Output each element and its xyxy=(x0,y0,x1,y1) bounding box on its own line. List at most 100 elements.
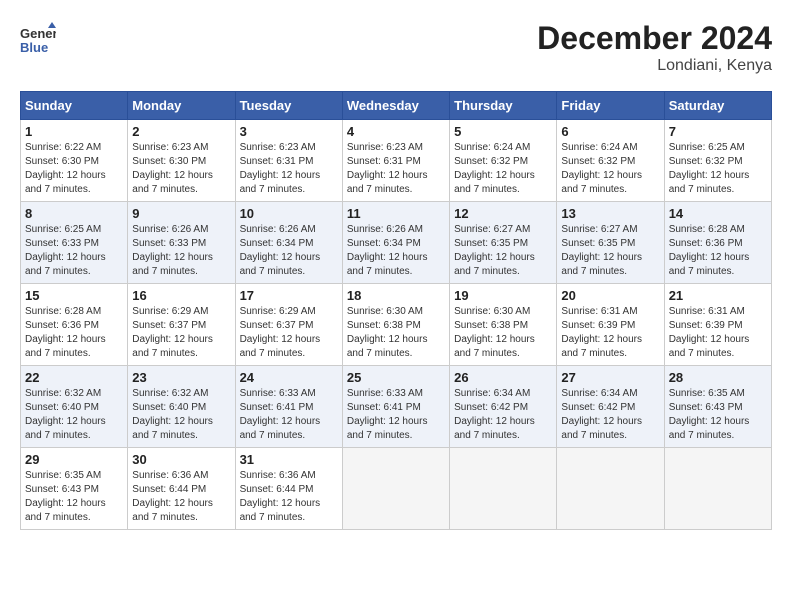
day-info: Sunrise: 6:35 AMSunset: 6:43 PMDaylight:… xyxy=(25,469,123,525)
day-info: Sunrise: 6:34 AMSunset: 6:42 PMDaylight:… xyxy=(454,387,552,443)
day-info: Sunrise: 6:32 AMSunset: 6:40 PMDaylight:… xyxy=(132,387,230,443)
day-info: Sunrise: 6:26 AMSunset: 6:33 PMDaylight:… xyxy=(132,223,230,279)
day-info: Sunrise: 6:36 AMSunset: 6:44 PMDaylight:… xyxy=(132,469,230,525)
day-info: Sunrise: 6:27 AMSunset: 6:35 PMDaylight:… xyxy=(454,223,552,279)
calendar-header-row: SundayMondayTuesdayWednesdayThursdayFrid… xyxy=(21,92,772,120)
logo: General Blue xyxy=(20,20,56,56)
day-number: 16 xyxy=(132,288,230,303)
calendar-week-2: 8Sunrise: 6:25 AMSunset: 6:33 PMDaylight… xyxy=(21,202,772,284)
calendar-cell: 16 Sunrise: 6:29 AMSunset: 6:37 PMDayligh… xyxy=(128,284,235,366)
day-number: 15 xyxy=(25,288,123,303)
day-info: Sunrise: 6:26 AMSunset: 6:34 PMDaylight:… xyxy=(240,223,338,279)
day-info: Sunrise: 6:24 AMSunset: 6:32 PMDaylight:… xyxy=(561,141,659,197)
day-number: 22 xyxy=(25,370,123,385)
svg-text:Blue: Blue xyxy=(20,40,48,55)
day-info: Sunrise: 6:23 AMSunset: 6:31 PMDaylight:… xyxy=(347,141,445,197)
day-number: 11 xyxy=(347,206,445,221)
calendar-cell: 2 Sunrise: 6:23 AMSunset: 6:30 PMDaylight… xyxy=(128,120,235,202)
calendar-cell: 28 Sunrise: 6:35 AMSunset: 6:43 PMDayligh… xyxy=(664,366,771,448)
day-info: Sunrise: 6:28 AMSunset: 6:36 PMDaylight:… xyxy=(669,223,767,279)
calendar-cell: 15 Sunrise: 6:28 AMSunset: 6:36 PMDayligh… xyxy=(21,284,128,366)
calendar-cell: 18 Sunrise: 6:30 AMSunset: 6:38 PMDayligh… xyxy=(342,284,449,366)
day-number: 29 xyxy=(25,452,123,467)
day-number: 10 xyxy=(240,206,338,221)
day-number: 31 xyxy=(240,452,338,467)
day-info: Sunrise: 6:34 AMSunset: 6:42 PMDaylight:… xyxy=(561,387,659,443)
calendar-cell: 31 Sunrise: 6:36 AMSunset: 6:44 PMDayligh… xyxy=(235,448,342,530)
calendar-cell: 10 Sunrise: 6:26 AMSunset: 6:34 PMDayligh… xyxy=(235,202,342,284)
day-number: 1 xyxy=(25,124,123,139)
day-number: 9 xyxy=(132,206,230,221)
location-subtitle: Londiani, Kenya xyxy=(537,57,772,75)
day-number: 20 xyxy=(561,288,659,303)
day-number: 14 xyxy=(669,206,767,221)
calendar-cell xyxy=(450,448,557,530)
day-number: 27 xyxy=(561,370,659,385)
calendar-cell: 22 Sunrise: 6:32 AMSunset: 6:40 PMDayligh… xyxy=(21,366,128,448)
day-number: 24 xyxy=(240,370,338,385)
day-info: Sunrise: 6:31 AMSunset: 6:39 PMDaylight:… xyxy=(561,305,659,361)
day-number: 28 xyxy=(669,370,767,385)
day-number: 7 xyxy=(669,124,767,139)
calendar-week-5: 29 Sunrise: 6:35 AMSunset: 6:43 PMDayligh… xyxy=(21,448,772,530)
day-info: Sunrise: 6:29 AMSunset: 6:37 PMDaylight:… xyxy=(132,305,230,361)
calendar-week-4: 22 Sunrise: 6:32 AMSunset: 6:40 PMDayligh… xyxy=(21,366,772,448)
calendar-cell xyxy=(664,448,771,530)
calendar-cell: 6 Sunrise: 6:24 AMSunset: 6:32 PMDaylight… xyxy=(557,120,664,202)
day-number: 12 xyxy=(454,206,552,221)
day-number: 4 xyxy=(347,124,445,139)
day-info: Sunrise: 6:23 AMSunset: 6:30 PMDaylight:… xyxy=(132,141,230,197)
day-number: 18 xyxy=(347,288,445,303)
day-info: Sunrise: 6:27 AMSunset: 6:35 PMDaylight:… xyxy=(561,223,659,279)
day-number: 30 xyxy=(132,452,230,467)
day-info: Sunrise: 6:29 AMSunset: 6:37 PMDaylight:… xyxy=(240,305,338,361)
calendar-cell: 5Sunrise: 6:24 AMSunset: 6:32 PMDaylight… xyxy=(450,120,557,202)
calendar-cell: 13 Sunrise: 6:27 AMSunset: 6:35 PMDayligh… xyxy=(557,202,664,284)
calendar-cell: 1Sunrise: 6:22 AMSunset: 6:30 PMDaylight… xyxy=(21,120,128,202)
calendar-cell: 8Sunrise: 6:25 AMSunset: 6:33 PMDaylight… xyxy=(21,202,128,284)
calendar-week-1: 1Sunrise: 6:22 AMSunset: 6:30 PMDaylight… xyxy=(21,120,772,202)
title-block: December 2024 Londiani, Kenya xyxy=(537,20,772,75)
day-number: 19 xyxy=(454,288,552,303)
calendar-cell: 14 Sunrise: 6:28 AMSunset: 6:36 PMDayligh… xyxy=(664,202,771,284)
calendar-cell xyxy=(342,448,449,530)
svg-text:General: General xyxy=(20,26,56,41)
calendar-table: SundayMondayTuesdayWednesdayThursdayFrid… xyxy=(20,91,772,530)
calendar-cell: 29 Sunrise: 6:35 AMSunset: 6:43 PMDayligh… xyxy=(21,448,128,530)
calendar-cell xyxy=(557,448,664,530)
calendar-cell: 21Sunrise: 6:31 AMSunset: 6:39 PMDayligh… xyxy=(664,284,771,366)
page-header: General Blue December 2024 Londiani, Ken… xyxy=(20,20,772,75)
day-info: Sunrise: 6:30 AMSunset: 6:38 PMDaylight:… xyxy=(347,305,445,361)
header-thursday: Thursday xyxy=(450,92,557,120)
header-sunday: Sunday xyxy=(21,92,128,120)
day-info: Sunrise: 6:35 AMSunset: 6:43 PMDaylight:… xyxy=(669,387,767,443)
day-info: Sunrise: 6:32 AMSunset: 6:40 PMDaylight:… xyxy=(25,387,123,443)
day-number: 13 xyxy=(561,206,659,221)
day-number: 17 xyxy=(240,288,338,303)
day-number: 3 xyxy=(240,124,338,139)
day-number: 6 xyxy=(561,124,659,139)
day-number: 2 xyxy=(132,124,230,139)
day-info: Sunrise: 6:31 AMSunset: 6:39 PMDaylight:… xyxy=(669,305,767,361)
day-info: Sunrise: 6:33 AMSunset: 6:41 PMDaylight:… xyxy=(347,387,445,443)
logo-icon: General Blue xyxy=(20,20,56,56)
day-info: Sunrise: 6:25 AMSunset: 6:32 PMDaylight:… xyxy=(669,141,767,197)
day-info: Sunrise: 6:23 AMSunset: 6:31 PMDaylight:… xyxy=(240,141,338,197)
day-number: 8 xyxy=(25,206,123,221)
day-info: Sunrise: 6:28 AMSunset: 6:36 PMDaylight:… xyxy=(25,305,123,361)
calendar-cell: 9 Sunrise: 6:26 AMSunset: 6:33 PMDaylight… xyxy=(128,202,235,284)
calendar-cell: 23Sunrise: 6:32 AMSunset: 6:40 PMDayligh… xyxy=(128,366,235,448)
calendar-cell: 30 Sunrise: 6:36 AMSunset: 6:44 PMDayligh… xyxy=(128,448,235,530)
header-tuesday: Tuesday xyxy=(235,92,342,120)
calendar-week-3: 15 Sunrise: 6:28 AMSunset: 6:36 PMDayligh… xyxy=(21,284,772,366)
calendar-cell: 24Sunrise: 6:33 AMSunset: 6:41 PMDayligh… xyxy=(235,366,342,448)
calendar-cell: 12 Sunrise: 6:27 AMSunset: 6:35 PMDayligh… xyxy=(450,202,557,284)
calendar-cell: 11 Sunrise: 6:26 AMSunset: 6:34 PMDayligh… xyxy=(342,202,449,284)
day-info: Sunrise: 6:26 AMSunset: 6:34 PMDaylight:… xyxy=(347,223,445,279)
month-year-title: December 2024 xyxy=(537,20,772,57)
day-info: Sunrise: 6:36 AMSunset: 6:44 PMDaylight:… xyxy=(240,469,338,525)
calendar-cell: 20 Sunrise: 6:31 AMSunset: 6:39 PMDayligh… xyxy=(557,284,664,366)
calendar-cell: 3 Sunrise: 6:23 AMSunset: 6:31 PMDaylight… xyxy=(235,120,342,202)
calendar-cell: 4 Sunrise: 6:23 AMSunset: 6:31 PMDaylight… xyxy=(342,120,449,202)
day-number: 26 xyxy=(454,370,552,385)
